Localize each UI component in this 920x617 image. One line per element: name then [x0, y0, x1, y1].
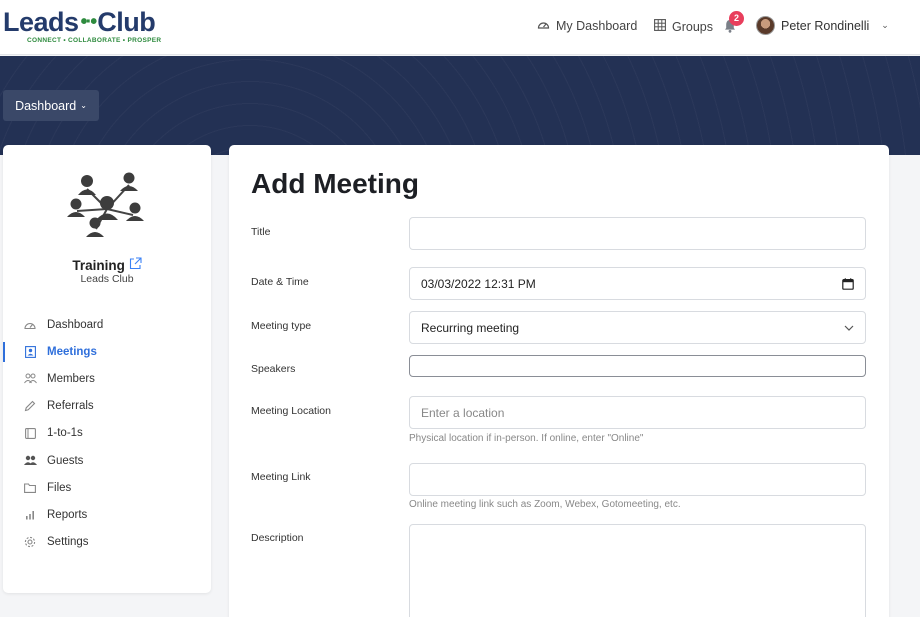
gear-icon	[23, 535, 37, 549]
meeting-link-input[interactable]	[409, 463, 866, 496]
page-title: Add Meeting	[251, 168, 419, 199]
sidebar-item-meetings[interactable]: Meetings	[3, 338, 211, 365]
sidebar-item-label: Members	[47, 372, 95, 385]
nav-groups[interactable]: Groups	[654, 19, 713, 34]
sidebar-item-files[interactable]: Files	[3, 474, 211, 501]
meeting-type-select[interactable]: Recurring meeting	[409, 311, 866, 344]
meeting-type-label: Meeting type	[251, 320, 312, 332]
sidebar-item-referrals[interactable]: Referrals	[3, 393, 211, 420]
user-name: Peter Rondinelli	[781, 18, 870, 33]
dashboard-dropdown-button[interactable]: Dashboard ⌄	[3, 90, 99, 121]
meeting-link-label: Meeting Link	[251, 471, 311, 483]
nav-groups-label: Groups	[672, 19, 713, 34]
user-menu[interactable]: Peter Rondinelli ⌄	[756, 16, 889, 35]
sidebar-item-label: Guests	[47, 454, 84, 467]
sidebar-item-guests[interactable]: Guests	[3, 447, 211, 474]
grid-icon	[654, 19, 666, 34]
sidebar-item-reports[interactable]: Reports	[3, 501, 211, 528]
sidebar-item-label: Dashboard	[47, 318, 104, 331]
meeting-location-input[interactable]: Enter a location	[409, 396, 866, 429]
speakers-input[interactable]	[409, 355, 866, 377]
meeting-type-value: Recurring meeting	[421, 320, 520, 335]
sidebar-item-label: 1-to-1s	[47, 427, 83, 440]
add-meeting-card: Add Meeting Title Date & Time 03/03/2022…	[229, 145, 889, 617]
nav-my-dashboard-label: My Dashboard	[556, 19, 638, 33]
meeting-location-placeholder: Enter a location	[421, 405, 505, 420]
group-sidebar: Training Leads Club Dashboard Meetings M…	[3, 145, 211, 593]
datetime-input[interactable]: 03/03/2022 12:31 PM	[409, 267, 866, 300]
chevron-down-icon: ⌄	[881, 20, 889, 30]
group-name[interactable]: Training	[3, 257, 211, 273]
logo-text-left: Leads	[3, 7, 79, 37]
chevron-down-icon: ⌄	[80, 101, 87, 110]
pencil-icon	[23, 399, 37, 413]
sidebar-item-label: Reports	[47, 508, 88, 521]
group-subtitle: Leads Club	[80, 273, 134, 285]
external-link-icon[interactable]	[129, 257, 142, 273]
description-label: Description	[251, 532, 304, 544]
sidebar-item-settings[interactable]: Settings	[3, 529, 211, 556]
datetime-label: Date & Time	[251, 276, 309, 288]
top-navbar: Leads •·•Club CONNECT • COLLABORATE • PRO…	[0, 0, 920, 55]
leads-club-logo[interactable]: Leads •·•Club CONNECT • COLLABORATE • PRO…	[3, 8, 161, 44]
sidebar-item-label: Referrals	[47, 400, 94, 413]
sidebar-item-label: Meetings	[47, 345, 97, 358]
avatar	[756, 16, 775, 35]
square-icon	[23, 426, 37, 440]
group-name-label: Training	[72, 258, 125, 273]
description-textarea[interactable]	[409, 524, 866, 617]
nav-my-dashboard[interactable]: My Dashboard	[537, 19, 637, 33]
speakers-label: Speakers	[251, 363, 296, 375]
sidebar-item-dashboard[interactable]: Dashboard	[3, 311, 211, 338]
gauge-icon	[23, 318, 37, 332]
sidebar-item-label: Settings	[47, 536, 89, 549]
gauge-icon	[537, 19, 550, 33]
title-label: Title	[251, 226, 271, 238]
dashboard-dropdown-label: Dashboard	[15, 98, 77, 113]
group-network-icon	[67, 171, 147, 246]
meeting-location-help: Physical location if in-person. If onlin…	[409, 433, 644, 444]
chevron-down-icon	[844, 325, 854, 331]
members-icon	[23, 372, 37, 386]
sidebar-item-members[interactable]: Members	[3, 365, 211, 392]
sidebar-menu: Dashboard Meetings Members Referrals 1-t…	[3, 311, 211, 556]
logo-text-right: Club	[97, 7, 156, 37]
folder-icon	[23, 481, 37, 495]
meeting-icon	[23, 345, 37, 359]
title-input[interactable]	[409, 217, 866, 250]
notification-badge[interactable]: 2	[729, 11, 744, 26]
meeting-link-help: Online meeting link such as Zoom, Webex,…	[409, 499, 681, 510]
bar-chart-icon	[23, 508, 37, 522]
guests-icon	[23, 454, 37, 468]
datetime-input-value: 03/03/2022 12:31 PM	[421, 276, 536, 291]
logo-tagline: CONNECT • COLLABORATE • PROSPER	[27, 37, 162, 44]
sidebar-item-1-to-1s[interactable]: 1-to-1s	[3, 420, 211, 447]
calendar-icon[interactable]	[842, 277, 854, 290]
hero-banner	[0, 56, 920, 155]
meeting-location-label: Meeting Location	[251, 405, 331, 417]
sidebar-item-label: Files	[47, 481, 72, 494]
